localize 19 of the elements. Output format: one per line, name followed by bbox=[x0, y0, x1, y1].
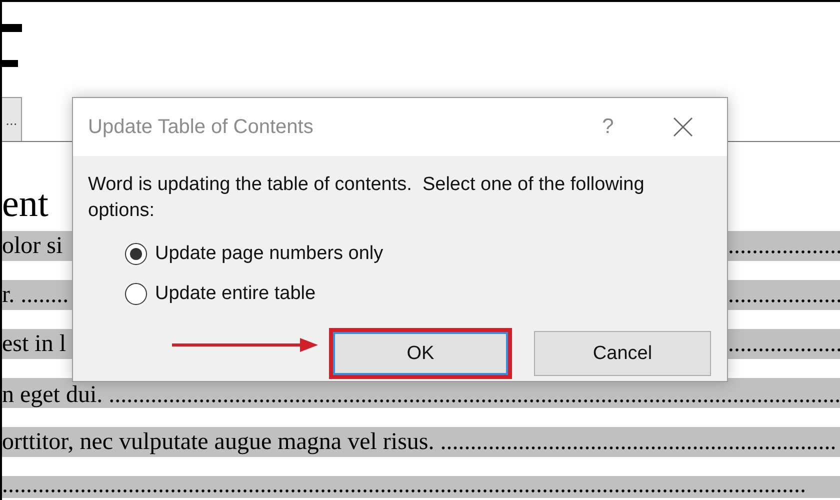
radio-button[interactable] bbox=[125, 243, 147, 265]
toc-entry-text: olor si bbox=[2, 232, 64, 261]
toc-entry-text: r. ........ bbox=[2, 281, 70, 310]
radio-button[interactable] bbox=[125, 283, 147, 305]
close-icon[interactable] bbox=[673, 117, 693, 137]
radio-label[interactable]: Update page numbers only bbox=[155, 243, 384, 265]
help-button[interactable]: ? bbox=[593, 115, 623, 139]
toc-entry-text: ...................................................................................................................................... bbox=[2, 476, 806, 498]
toc-entry-text: est in l bbox=[2, 330, 67, 359]
dialog-title: Update Table of Contents bbox=[88, 116, 314, 138]
dialog-message: Word is updating the table of contents. Select one of the following options: bbox=[88, 173, 646, 223]
toc-entry-text: n eget dui. .......................................................................................................................... bbox=[2, 382, 840, 408]
toc-entry-text: orttitor, nec vulputate augue magna vel risus. .................................................................. bbox=[2, 429, 836, 455]
arrow-icon bbox=[172, 337, 318, 353]
more-button[interactable]: ... bbox=[2, 97, 22, 141]
cancel-button[interactable]: Cancel bbox=[534, 331, 711, 376]
radio-label[interactable]: Update entire table bbox=[155, 283, 316, 305]
ok-button[interactable]: OK bbox=[329, 328, 512, 379]
heading-text: ent bbox=[2, 182, 48, 227]
